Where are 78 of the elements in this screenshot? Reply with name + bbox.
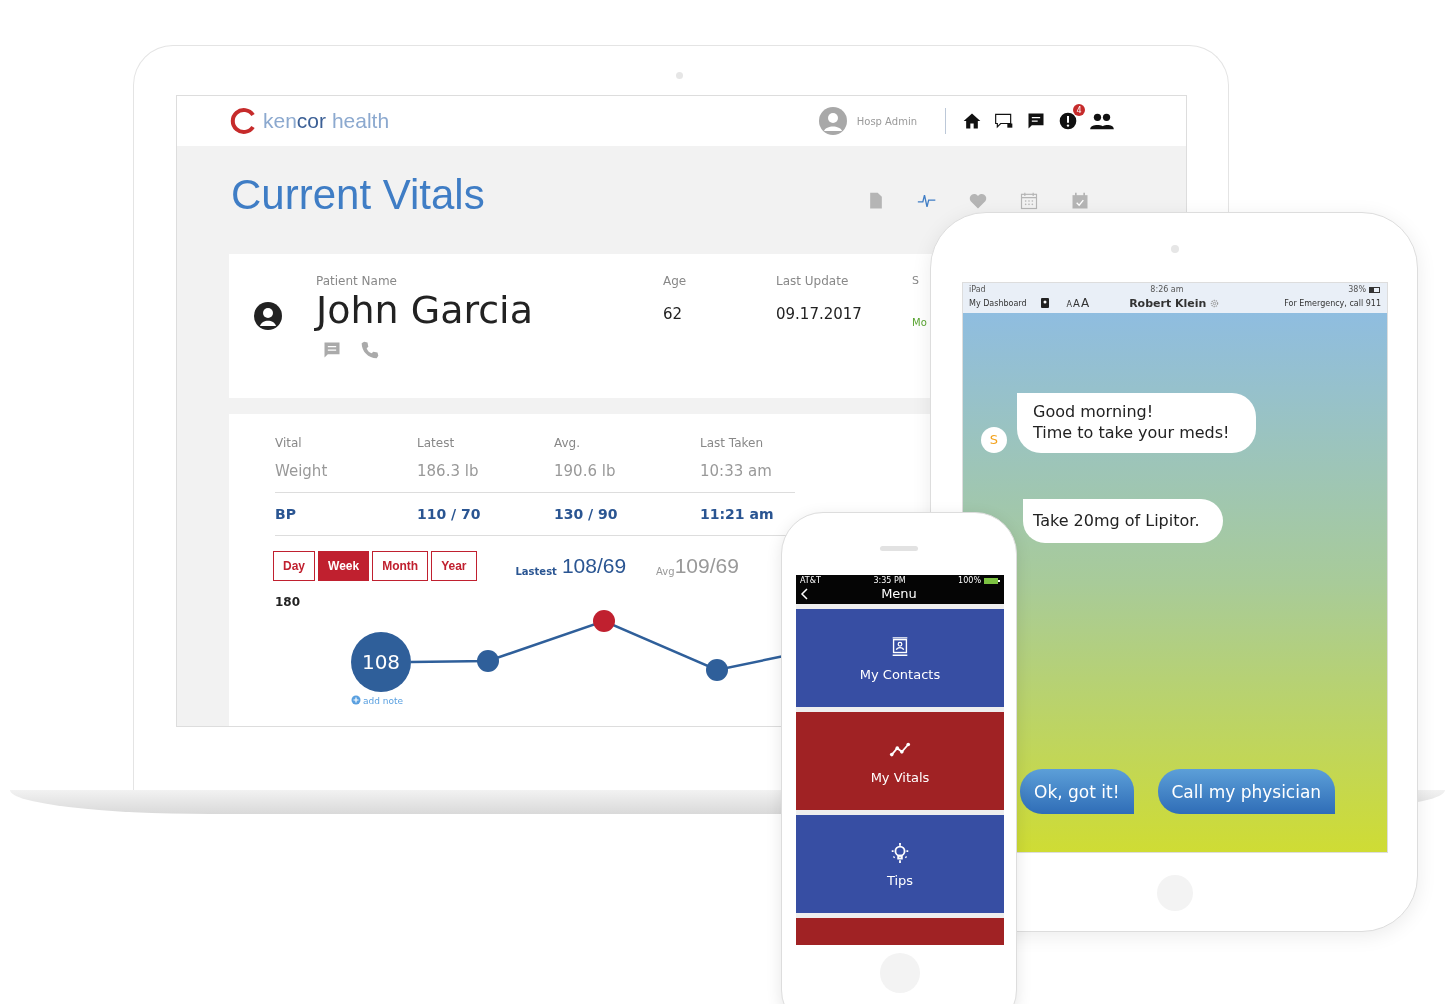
column-header: Last Taken <box>700 436 765 450</box>
back-icon[interactable] <box>800 587 808 600</box>
phone-icon[interactable] <box>360 340 380 360</box>
font-size-option[interactable]: A <box>1073 298 1080 309</box>
latest-label: Lastest <box>515 566 557 579</box>
period-tab[interactable]: Day <box>273 551 315 581</box>
notification-badge: 4 <box>1073 104 1085 116</box>
field-value: Mo <box>912 317 927 328</box>
field-label: Age <box>663 274 688 288</box>
battery-percent: 100% <box>958 576 981 585</box>
average-value: 109/69 <box>674 554 739 578</box>
table-cell-text: 10:33 am <box>700 462 773 480</box>
message-bubble: Good morning! Time to take your meds! <box>1017 393 1256 453</box>
reply-button[interactable]: Ok, got it! <box>1020 769 1134 814</box>
period-tab[interactable]: Year <box>431 551 477 581</box>
font-size-option[interactable]: A <box>1066 300 1073 309</box>
axis-label: 180 <box>275 595 302 609</box>
table-cell-text: 11:21 am <box>700 506 775 522</box>
alert-icon[interactable] <box>1058 111 1078 131</box>
emergency-note: For Emergency, call 911 <box>1284 298 1381 308</box>
logo-ring-icon <box>229 107 257 135</box>
menu-tile[interactable]: Tips <box>796 815 1004 913</box>
patient-avatar-icon <box>253 302 283 330</box>
contact-card-icon[interactable] <box>1040 298 1049 308</box>
settings-icon[interactable] <box>1210 298 1220 308</box>
field-value: 09.17.2017 <box>776 305 863 323</box>
latest-value: 108/69 <box>561 554 627 578</box>
calendar-check-icon[interactable] <box>1070 191 1090 211</box>
users-icon[interactable] <box>1090 111 1114 131</box>
table-cell-text: 130 / 90 <box>554 506 619 522</box>
table-cell-text: 190.6 lb <box>554 462 617 480</box>
data-point[interactable] <box>706 659 728 681</box>
page-title: Current Vitals <box>231 174 485 220</box>
speaker-slot <box>880 546 918 551</box>
table-cell-text: 110 / 70 <box>417 506 482 522</box>
user-name: Hosp Admin <box>856 115 917 127</box>
carrier-name: AT&T <box>800 576 821 585</box>
reply-button[interactable]: Call my physician <box>1157 769 1336 814</box>
font-size-option[interactable]: A <box>1080 296 1090 310</box>
home-icon[interactable] <box>962 111 982 131</box>
camera-dot <box>1171 245 1179 253</box>
status-time: 8:26 am <box>1150 285 1184 294</box>
field-value: 62 <box>663 305 684 323</box>
data-point[interactable] <box>477 650 499 672</box>
battery-percent: 38% <box>1348 285 1366 294</box>
battery-icon <box>984 577 1000 584</box>
average-label: Avg <box>656 566 675 579</box>
field-label: Patient Name <box>316 274 398 288</box>
light-bulb-icon <box>889 840 911 865</box>
calendar-icon[interactable] <box>1019 191 1039 211</box>
user-avatar-icon[interactable] <box>818 107 847 135</box>
patient-name: Robert Klein <box>1129 296 1207 310</box>
column-header: Vital <box>275 436 303 450</box>
sender-avatar: S <box>981 426 1007 453</box>
bubble-value: 108 <box>361 650 401 674</box>
device-name: iPad <box>969 285 986 294</box>
status-time: 3:35 PM <box>873 576 906 585</box>
battery-icon <box>1369 286 1381 293</box>
patient-name: John Garcia <box>316 288 534 332</box>
column-header: Avg. <box>554 436 582 450</box>
screen-title: Menu <box>880 586 918 601</box>
menu-tile[interactable]: My Contacts <box>796 609 1004 707</box>
column-header: Latest <box>417 436 456 450</box>
table-cell-text: BP <box>275 506 297 522</box>
brand-name: kencor health <box>263 109 390 133</box>
menu-tile[interactable]: My Vitals <box>796 712 1004 810</box>
dashboard-link[interactable]: My Dashboard <box>969 298 1027 308</box>
data-point[interactable] <box>593 610 615 632</box>
field-label: S <box>912 274 920 287</box>
data-point[interactable] <box>351 632 411 692</box>
table-cell-text: Weight <box>275 462 329 480</box>
message-icon[interactable] <box>1026 111 1046 131</box>
field-label: Last Update <box>776 274 850 288</box>
message-bubble: Take 20mg of Lipitor. <box>1023 498 1224 544</box>
period-tab[interactable]: Month <box>372 551 429 581</box>
period-tab[interactable]: Week <box>318 551 370 581</box>
table-cell-text: 186.3 lb <box>417 462 480 480</box>
camera-dot <box>676 72 683 79</box>
